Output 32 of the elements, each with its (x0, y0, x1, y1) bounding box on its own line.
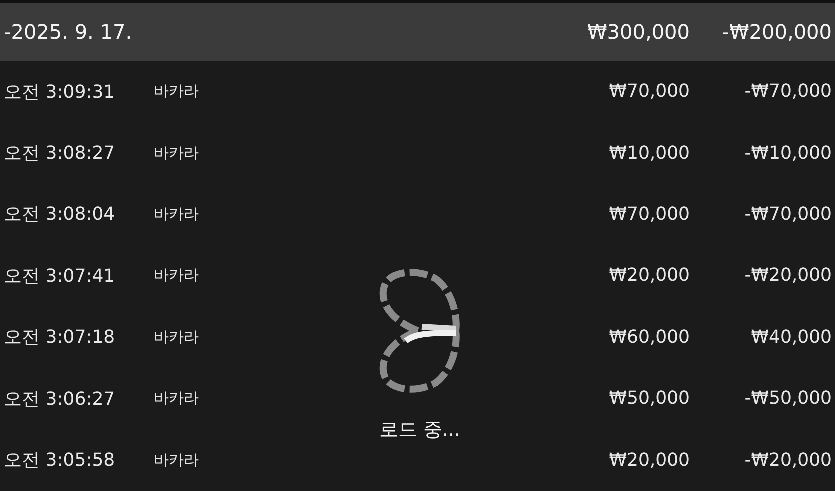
net-amount: ₩40,000 (750, 326, 832, 348)
bet-amount: ₩10,000 (608, 142, 690, 164)
game-name: 바카라 (154, 82, 199, 102)
time-text: 오전 3:09:31 (4, 80, 116, 104)
bet-amount: ₩50,000 (608, 388, 690, 410)
game-name: 바카라 (154, 144, 199, 163)
net-amount: -₩70,000 (744, 81, 832, 102)
bet-total: ₩300,000 (586, 20, 690, 44)
game-name: 바카라 (154, 450, 199, 470)
time-text: 오전 3:08:27 (4, 142, 116, 166)
game-name: 바카라 (154, 389, 199, 408)
date-heading: -2025. 9. 17. (4, 20, 134, 44)
time-text: 오전 3:07:18 (4, 326, 116, 350)
net-amount: -₩10,000 (744, 142, 832, 164)
net-amount: -₩20,000 (744, 265, 832, 286)
net-total: -₩200,000 (721, 20, 832, 44)
game-name: 바카라 (154, 266, 199, 286)
bet-amount: ₩70,000 (608, 81, 690, 102)
spinner-icon (378, 269, 462, 393)
bet-amount: ₩20,000 (608, 450, 690, 471)
net-amount: -₩70,000 (744, 204, 832, 225)
bet-amount: ₩20,000 (608, 265, 690, 286)
net-amount: -₩20,000 (744, 450, 832, 471)
game-name: 바카라 (154, 328, 199, 347)
time-text: 오전 3:08:04 (4, 203, 116, 226)
time-text: 오전 3:05:58 (4, 449, 116, 472)
time-text: 오전 3:07:41 (4, 264, 116, 288)
game-name: 바카라 (154, 204, 199, 224)
bet-amount: ₩60,000 (608, 326, 690, 348)
time-text: 오전 3:06:27 (4, 388, 116, 411)
bet-amount: ₩70,000 (608, 204, 690, 225)
net-amount: -₩50,000 (744, 388, 832, 410)
